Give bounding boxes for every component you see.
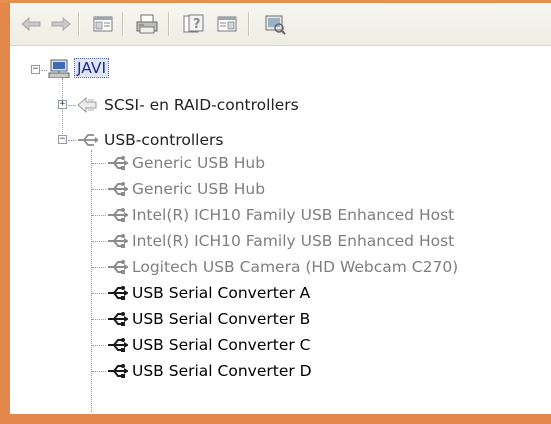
tree-connector — [92, 345, 106, 346]
tree-connector — [92, 371, 106, 372]
help-icon: ? — [183, 14, 204, 33]
tree-connector — [68, 105, 76, 106]
help-button[interactable]: ? — [180, 11, 206, 37]
computer-icon — [48, 59, 70, 78]
collapse-toggle[interactable]: − — [31, 65, 40, 74]
usb-device-icon — [108, 312, 128, 326]
usb-device-icon — [108, 338, 128, 352]
toolbar-separator — [78, 12, 80, 36]
scan-hardware-icon — [265, 15, 286, 35]
toolbar-separator — [248, 12, 250, 36]
usb-device-item[interactable]: Generic USB Hub — [132, 179, 265, 199]
tree-connector — [92, 189, 106, 190]
tree-connector — [92, 293, 106, 294]
scsi-controller-icon — [77, 96, 97, 114]
svg-text:?: ? — [193, 17, 201, 32]
tree-node-root[interactable]: JAVI — [74, 58, 110, 78]
show-hide-action-pane-button[interactable] — [214, 11, 240, 37]
usb-device-item[interactable]: USB Serial Converter C — [132, 335, 310, 355]
usb-device-icon — [108, 286, 128, 300]
collapse-toggle[interactable]: − — [58, 135, 67, 144]
tree-connector — [92, 319, 106, 320]
tree-connector — [92, 215, 106, 216]
toolbar: ? — [10, 3, 551, 46]
toolbar-separator — [168, 12, 170, 36]
toolbar-separator — [122, 12, 124, 36]
usb-device-icon — [108, 364, 128, 378]
tree-connector — [41, 70, 47, 71]
tree-node-label: JAVI — [74, 58, 110, 78]
printer-icon — [136, 14, 158, 34]
arrow-right-icon — [51, 16, 71, 32]
tree-connector — [92, 267, 106, 268]
usb-device-icon — [108, 156, 128, 170]
back-button[interactable] — [18, 11, 44, 37]
category-usb-controllers[interactable]: USB-controllers — [104, 130, 223, 150]
category-scsi-raid[interactable]: SCSI- en RAID-controllers — [104, 95, 299, 115]
console-tree-icon — [93, 16, 113, 32]
forward-button[interactable] — [48, 11, 74, 37]
usb-device-item[interactable]: Intel(R) ICH10 Family USB Enhanced Host — [132, 231, 454, 251]
usb-device-item[interactable]: Intel(R) ICH10 Family USB Enhanced Host — [132, 205, 454, 225]
print-button[interactable] — [134, 11, 160, 37]
usb-device-item[interactable]: USB Serial Converter D — [132, 361, 312, 381]
tree-connector — [62, 78, 63, 140]
window-frame-bottom — [0, 414, 551, 424]
usb-device-item[interactable]: Logitech USB Camera (HD Webcam C270) — [132, 257, 458, 277]
usb-device-item[interactable]: USB Serial Converter A — [132, 283, 310, 303]
expand-toggle[interactable]: + — [58, 100, 67, 109]
usb-device-item[interactable]: Generic USB Hub — [132, 153, 265, 173]
action-pane-icon — [217, 16, 237, 32]
usb-device-icon — [108, 182, 128, 196]
arrow-left-icon — [21, 16, 41, 32]
scan-hardware-button[interactable] — [262, 11, 288, 37]
tree-connector — [68, 140, 76, 141]
usb-controller-icon — [78, 134, 98, 146]
usb-device-icon — [108, 208, 128, 222]
tree-connector — [92, 163, 106, 164]
tree-connector — [92, 241, 106, 242]
usb-device-icon — [108, 260, 128, 274]
usb-device-icon — [108, 234, 128, 248]
device-tree: − JAVI + SCSI- en RAID-controllers − USB… — [10, 46, 551, 414]
usb-device-item[interactable]: USB Serial Converter B — [132, 309, 310, 329]
show-hide-console-tree-button[interactable] — [90, 11, 116, 37]
